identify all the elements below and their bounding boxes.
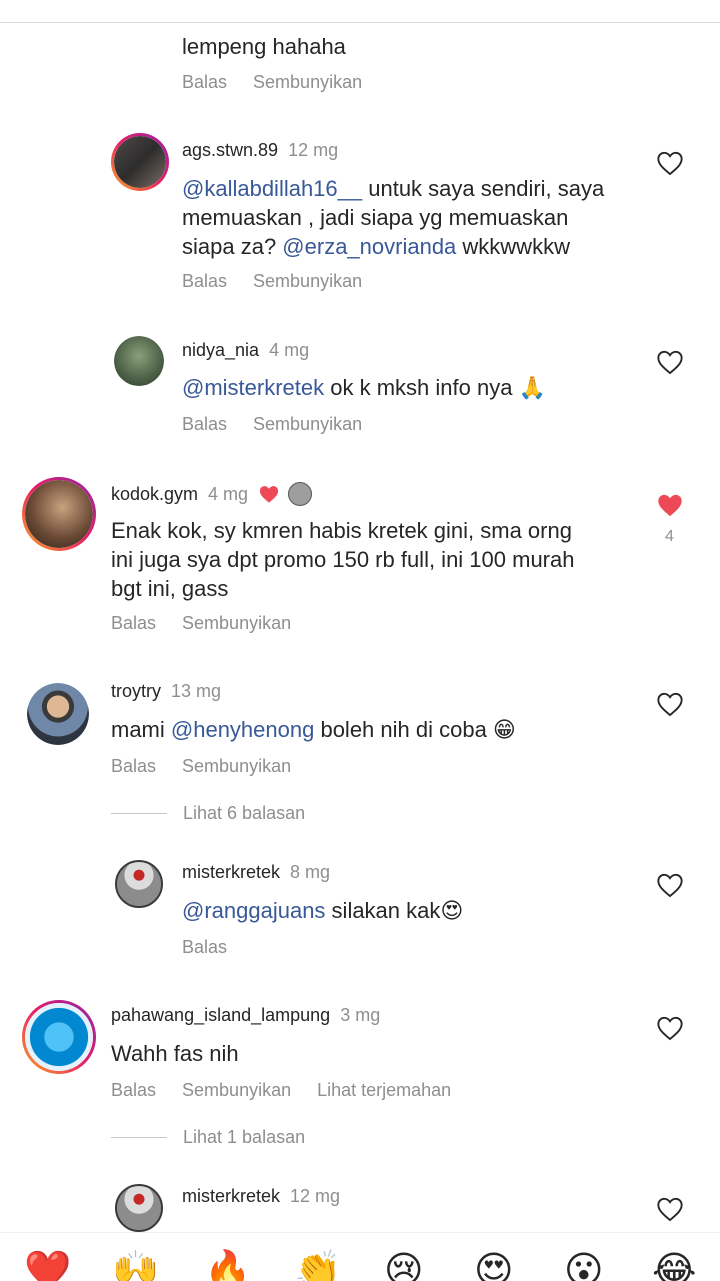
mention-link[interactable]: @henyhenong bbox=[171, 717, 314, 742]
comment-text: mami @henyhenong boleh nih di coba 😁 bbox=[111, 717, 516, 742]
comment-header: misterkretek 12 mg bbox=[182, 1186, 340, 1207]
emoji-quick-reply-bar: ❤️ 🙌 🔥 👏 😢 😍 😮 😂 bbox=[0, 1232, 720, 1281]
username[interactable]: misterkretek bbox=[182, 1186, 280, 1207]
reply-button[interactable]: Balas bbox=[182, 72, 227, 93]
red-heart-emoji-icon[interactable]: ❤️ bbox=[24, 1251, 71, 1281]
heart-icon[interactable] bbox=[656, 349, 684, 375]
avatar[interactable] bbox=[22, 1000, 96, 1074]
hide-button[interactable]: Sembunyikan bbox=[182, 613, 291, 634]
reply-button[interactable]: Balas bbox=[111, 613, 156, 634]
tears-of-joy-emoji-icon[interactable]: 😂 bbox=[652, 1251, 696, 1281]
timestamp: 13 mg bbox=[171, 681, 222, 701]
reply-button[interactable]: Balas bbox=[111, 756, 156, 777]
mention-link[interactable]: @erza_novrianda bbox=[282, 234, 456, 259]
heart-icon[interactable] bbox=[656, 691, 684, 717]
avatar[interactable] bbox=[115, 860, 163, 908]
fire-emoji-icon[interactable]: 🔥 bbox=[204, 1251, 251, 1281]
heart-icon[interactable] bbox=[656, 1015, 684, 1041]
username[interactable]: ags.stwn.89 bbox=[182, 140, 278, 161]
avatar[interactable] bbox=[115, 1184, 163, 1232]
timestamp: 12 mg bbox=[288, 140, 339, 160]
comment-text: @ranggajuans silakan kak😍 bbox=[182, 898, 464, 923]
heart-filled-icon[interactable] bbox=[656, 492, 684, 518]
hide-button[interactable]: Sembunyikan bbox=[182, 756, 291, 777]
hide-button[interactable]: Sembunyikan bbox=[253, 271, 362, 292]
comment-actions: Balas Sembunyikan bbox=[111, 613, 317, 634]
comment-header: misterkretek 8 mg bbox=[182, 862, 330, 883]
divider bbox=[111, 813, 167, 814]
clapping-hands-emoji-icon[interactable]: 👏 bbox=[294, 1251, 341, 1281]
username[interactable]: pahawang_island_lampung bbox=[111, 1005, 330, 1026]
mention-link[interactable]: @ranggajuans bbox=[182, 898, 325, 923]
comment-text-partial: lempeng hahaha bbox=[182, 34, 346, 59]
timestamp: 12 mg bbox=[290, 1186, 341, 1206]
timestamp: 3 mg bbox=[340, 1005, 381, 1025]
comment-text: Enak kok, sy kmren habis kretek gini, sm… bbox=[111, 518, 575, 601]
hide-button[interactable]: Sembunyikan bbox=[253, 414, 362, 435]
timestamp: 8 mg bbox=[290, 862, 331, 882]
comment-actions: Balas bbox=[182, 937, 253, 958]
avatar[interactable] bbox=[111, 133, 169, 191]
hide-button[interactable]: Sembunyikan bbox=[253, 72, 362, 93]
timestamp: 4 mg bbox=[269, 340, 310, 360]
comment-actions: Balas Sembunyikan bbox=[182, 414, 388, 435]
comment-text: @kallabdillah16__ untuk saya sendiri, sa… bbox=[182, 176, 605, 259]
comment-actions: Balas Sembunyikan bbox=[111, 756, 317, 777]
reply-button[interactable]: Balas bbox=[182, 414, 227, 435]
comment-actions: Balas Sembunyikan bbox=[182, 72, 388, 93]
comment-header: kodok.gym 4 mg bbox=[111, 482, 313, 506]
username[interactable]: kodok.gym bbox=[111, 484, 198, 505]
view-replies-button[interactable]: Lihat 1 balasan bbox=[111, 1127, 305, 1148]
crying-face-emoji-icon[interactable]: 😢 bbox=[384, 1251, 424, 1281]
comment-header: nidya_nia 4 mg bbox=[182, 340, 309, 361]
reply-button[interactable]: Balas bbox=[182, 271, 227, 292]
divider bbox=[111, 1137, 167, 1138]
view-replies-button[interactable]: Lihat 6 balasan bbox=[111, 803, 305, 824]
comment-text: Wahh fas nih bbox=[111, 1041, 239, 1066]
surprised-face-emoji-icon[interactable]: 😮 bbox=[564, 1251, 604, 1281]
username[interactable]: misterkretek bbox=[182, 862, 280, 883]
comment-actions: Balas Sembunyikan bbox=[182, 271, 388, 292]
avatar[interactable] bbox=[27, 683, 89, 745]
like-count: 4 bbox=[665, 528, 674, 545]
username[interactable]: troytry bbox=[111, 681, 161, 702]
username[interactable]: nidya_nia bbox=[182, 340, 259, 361]
mention-link[interactable]: @kallabdillah16__ bbox=[182, 176, 362, 201]
hide-button[interactable]: Sembunyikan bbox=[182, 1080, 291, 1101]
comment-text: @misterkretek ok k mksh info nya 🙏 bbox=[182, 375, 546, 400]
comment-actions: Balas Sembunyikan Lihat terjemahan bbox=[111, 1080, 477, 1101]
comment-header: ags.stwn.89 12 mg bbox=[182, 140, 338, 161]
reply-button[interactable]: Balas bbox=[182, 937, 227, 958]
reply-button[interactable]: Balas bbox=[111, 1080, 156, 1101]
avatar[interactable] bbox=[114, 336, 164, 386]
heart-icon[interactable] bbox=[656, 1196, 684, 1222]
avatar[interactable] bbox=[22, 477, 96, 551]
raising-hands-emoji-icon[interactable]: 🙌 bbox=[112, 1251, 159, 1281]
heart-icon[interactable] bbox=[656, 872, 684, 898]
author-liked-heart-icon bbox=[259, 486, 279, 503]
heart-icon[interactable] bbox=[656, 150, 684, 176]
mention-link[interactable]: @misterkretek bbox=[182, 375, 324, 400]
comment-header: pahawang_island_lampung 3 mg bbox=[111, 1005, 380, 1026]
author-avatar-badge bbox=[288, 482, 313, 506]
translate-button[interactable]: Lihat terjemahan bbox=[317, 1080, 451, 1101]
top-divider bbox=[0, 22, 720, 23]
comment-header: troytry 13 mg bbox=[111, 681, 221, 702]
timestamp: 4 mg bbox=[208, 483, 249, 504]
heart-eyes-emoji-icon[interactable]: 😍 bbox=[474, 1251, 514, 1281]
